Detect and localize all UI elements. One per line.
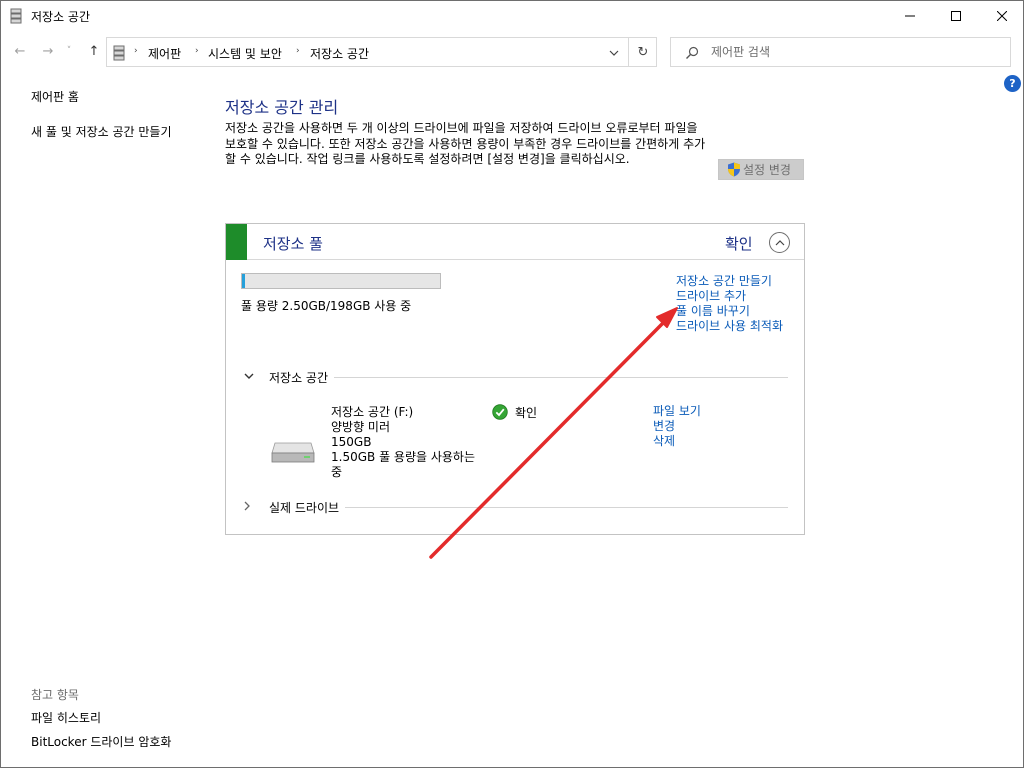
pool-usage-bar [241,273,441,289]
physical-drives-section[interactable]: 실제 드라이브 [244,499,788,516]
minimize-icon [905,15,915,17]
breadcrumb-separator[interactable]: › [296,46,300,56]
create-pool-link[interactable]: 새 풀 및 저장소 공간 만들기 [31,123,172,140]
forward-button[interactable]: → [39,42,57,60]
close-icon [997,11,1007,21]
chevron-down-icon [609,50,619,56]
refresh-button[interactable]: ↻ [628,38,657,66]
page-description: 저장소 공간을 사용하면 두 개 이상의 드라이브에 파일을 저장하여 드라이브… [225,121,706,166]
up-button[interactable]: ↑ [85,42,103,60]
uac-shield-icon [728,162,740,177]
back-button[interactable]: ← [11,42,29,60]
breadcrumb-separator[interactable]: › [134,46,138,56]
rename-pool-link[interactable]: 풀 이름 바꾸기 [676,304,786,319]
storage-spaces-window: 저장소 공간 ← → ˅ ↑ › 제어판 › 시스템 및 보안 › 저장소 공간 [0,0,1024,768]
pool-usage-fill [242,274,245,288]
storage-space-pool-usage: 1.50GB 풀 용량을 사용하는 중 [331,450,476,479]
help-icon[interactable]: ? [1004,75,1021,92]
search-input[interactable] [711,43,1001,61]
storage-space-status: 확인 [515,406,538,420]
optimize-drive-usage-link[interactable]: 드라이브 사용 최적화 [676,319,786,334]
delete-link[interactable]: 삭제 [653,434,733,449]
bitlocker-link[interactable]: BitLocker 드라이브 암호화 [31,733,171,750]
minimize-button[interactable] [887,1,933,31]
close-button[interactable] [979,1,1023,31]
change-link[interactable]: 변경 [653,419,733,434]
storage-spaces-icon [113,45,125,61]
chevron-right-icon[interactable] [244,499,256,513]
breadcrumb-separator[interactable]: › [195,46,199,56]
storage-spaces-section[interactable]: 저장소 공간 [244,369,788,386]
storage-space-info: 저장소 공간 (F:) 양방향 미러 150GB 1.50GB 풀 용량을 사용… [331,405,481,480]
control-panel-home-link[interactable]: 제어판 홈 [31,88,79,105]
see-also-heading: 참고 항목 [31,688,79,702]
title-bar: 저장소 공간 [1,1,1023,31]
pool-usage-text: 풀 용량 2.50GB/198GB 사용 중 [241,299,412,313]
maximize-icon [951,11,961,21]
storage-space-resiliency: 양방향 미러 [331,420,391,434]
search-box[interactable] [670,37,1011,67]
storage-spaces-icon [10,8,22,24]
page-title: 저장소 공간 관리 [225,98,339,117]
chevron-up-icon [775,239,784,245]
storage-spaces-section-label: 저장소 공간 [269,369,335,386]
breadcrumb-control-panel[interactable]: 제어판 [148,45,181,62]
storage-space-links: 파일 보기 변경 삭제 [653,404,733,449]
breadcrumb-system-security[interactable]: 시스템 및 보안 [208,45,282,62]
search-icon [686,46,699,59]
storage-pool-status: 확인 [725,235,753,253]
ok-check-icon [492,404,508,420]
storage-pool-panel: 저장소 풀 확인 풀 용량 2.50GB/198GB 사용 중 저장소 공간 만… [225,223,805,535]
change-settings-button[interactable]: 설정 변경 [718,159,804,180]
storage-space-capacity: 150GB [331,435,372,449]
create-storage-space-link[interactable]: 저장소 공간 만들기 [676,274,786,289]
pool-status-bar [226,224,247,260]
recent-locations-button[interactable]: ˅ [63,42,75,60]
breadcrumb-storage-spaces[interactable]: 저장소 공간 [310,45,369,62]
drive-icon [271,442,315,463]
storage-pool-header: 저장소 풀 확인 [226,224,804,260]
address-bar[interactable]: › 제어판 › 시스템 및 보안 › 저장소 공간 ↻ [106,37,657,67]
storage-space-name: 저장소 공간 (F:) [331,405,414,419]
address-dropdown-button[interactable] [603,45,625,61]
file-history-link[interactable]: 파일 히스토리 [31,709,101,726]
storage-pool-title: 저장소 풀 [263,235,323,253]
change-settings-label: 설정 변경 [743,163,791,177]
chevron-down-icon[interactable] [244,369,256,383]
add-drives-link[interactable]: 드라이브 추가 [676,289,786,304]
navigation-bar: ← → ˅ ↑ › 제어판 › 시스템 및 보안 › 저장소 공간 ↻ [1,35,1023,69]
physical-drives-section-label: 실제 드라이브 [269,499,346,516]
window-title: 저장소 공간 [31,10,91,24]
section-divider [269,377,788,378]
collapse-button[interactable] [769,232,790,253]
section-divider [269,507,788,508]
pool-task-links: 저장소 공간 만들기 드라이브 추가 풀 이름 바꾸기 드라이브 사용 최적화 [676,274,786,334]
view-files-link[interactable]: 파일 보기 [653,404,733,419]
maximize-button[interactable] [933,1,979,31]
